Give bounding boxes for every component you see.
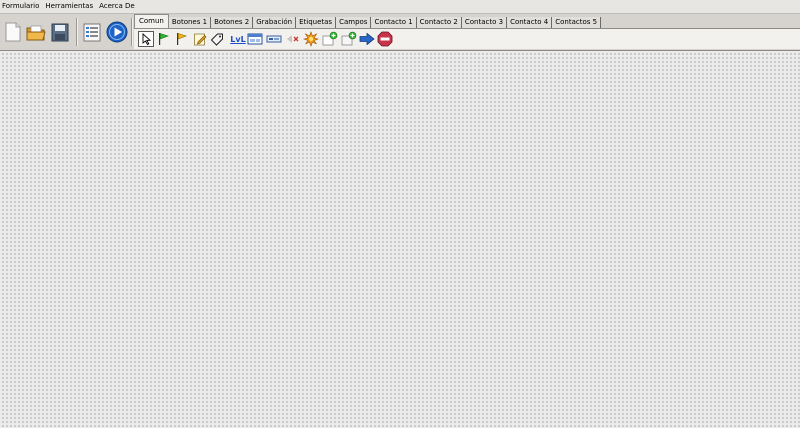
toolbar-separator <box>76 18 78 46</box>
yellow-flag-tool[interactable] <box>173 31 189 47</box>
stop-record-tool[interactable] <box>377 31 393 47</box>
add-doc-tool[interactable] <box>322 31 338 47</box>
stop-record-icon <box>377 31 393 47</box>
edit-note-tool[interactable] <box>192 31 208 47</box>
tab-strip: Comun Botones 1 Botones 2 Grabación Etiq… <box>134 14 602 28</box>
play-circle-icon <box>106 21 128 43</box>
green-flag-icon <box>159 33 169 45</box>
save-button[interactable] <box>49 19 71 45</box>
label-lvl-icon: LvL <box>230 34 246 44</box>
field-box-tool[interactable] <box>266 31 282 47</box>
floppy-save-icon <box>51 23 69 42</box>
add-doc-icon <box>322 31 338 46</box>
open-folder-icon <box>26 25 46 41</box>
menu-formulario[interactable]: Formulario <box>0 0 42 13</box>
yellow-flag-icon <box>177 33 187 45</box>
menu-herramientas[interactable]: Herramientas <box>42 0 96 13</box>
disabled-arrow-icon <box>287 35 299 43</box>
design-canvas[interactable] <box>0 51 800 428</box>
tab-campos[interactable]: Campos <box>336 17 372 28</box>
tab-contacto-4[interactable]: Contacto 4 <box>507 17 553 28</box>
tag-icon <box>210 33 223 46</box>
open-file-button[interactable] <box>25 19 47 45</box>
burst-icon <box>303 31 319 47</box>
edit-note-icon <box>194 33 207 46</box>
tab-contacto-1[interactable]: Contacto 1 <box>371 17 417 28</box>
menu-bar: Formulario Herramientas Acerca De <box>0 0 800 14</box>
tab-botones-1[interactable]: Botones 1 <box>168 17 212 28</box>
properties-list-button[interactable] <box>81 19 103 45</box>
arrow-right-tool[interactable] <box>359 31 375 47</box>
add-doc-green-icon <box>341 31 357 46</box>
tab-botones-2[interactable]: Botones 2 <box>211 17 254 28</box>
tab-contacto-3[interactable]: Contacto 3 <box>461 17 508 28</box>
green-flag-tool[interactable] <box>155 31 171 47</box>
grid-box-icon <box>247 33 263 45</box>
tag-tool[interactable] <box>209 31 225 47</box>
add-doc-green-tool[interactable] <box>341 31 357 47</box>
menu-acerca-de[interactable]: Acerca De <box>96 0 138 13</box>
tab-comun[interactable]: Comun <box>134 14 169 28</box>
tab-panel-comun: LvL <box>134 28 800 49</box>
pointer-icon <box>142 33 152 45</box>
grid-box-tool[interactable] <box>247 31 263 47</box>
tab-contacto-2[interactable]: Contacto 2 <box>416 17 462 28</box>
tab-contactos-5[interactable]: Contactos 5 <box>552 17 602 28</box>
properties-list-icon <box>83 23 101 42</box>
tab-etiquetas[interactable]: Etiquetas <box>296 17 337 28</box>
new-file-icon <box>5 22 21 42</box>
toolbar-separator <box>131 18 133 46</box>
pointer-tool[interactable] <box>138 31 154 47</box>
disabled-arrow-tool[interactable] <box>284 31 300 47</box>
arrow-right-icon <box>359 32 375 46</box>
label-tool[interactable]: LvL <box>227 31 249 47</box>
burst-tool[interactable] <box>303 31 319 47</box>
main-toolbar: Comun Botones 1 Botones 2 Grabación Etiq… <box>0 14 800 51</box>
new-file-button[interactable] <box>2 19 24 45</box>
field-box-icon <box>266 35 282 43</box>
run-button[interactable] <box>106 19 128 45</box>
tab-grabacion[interactable]: Grabación <box>253 17 297 28</box>
